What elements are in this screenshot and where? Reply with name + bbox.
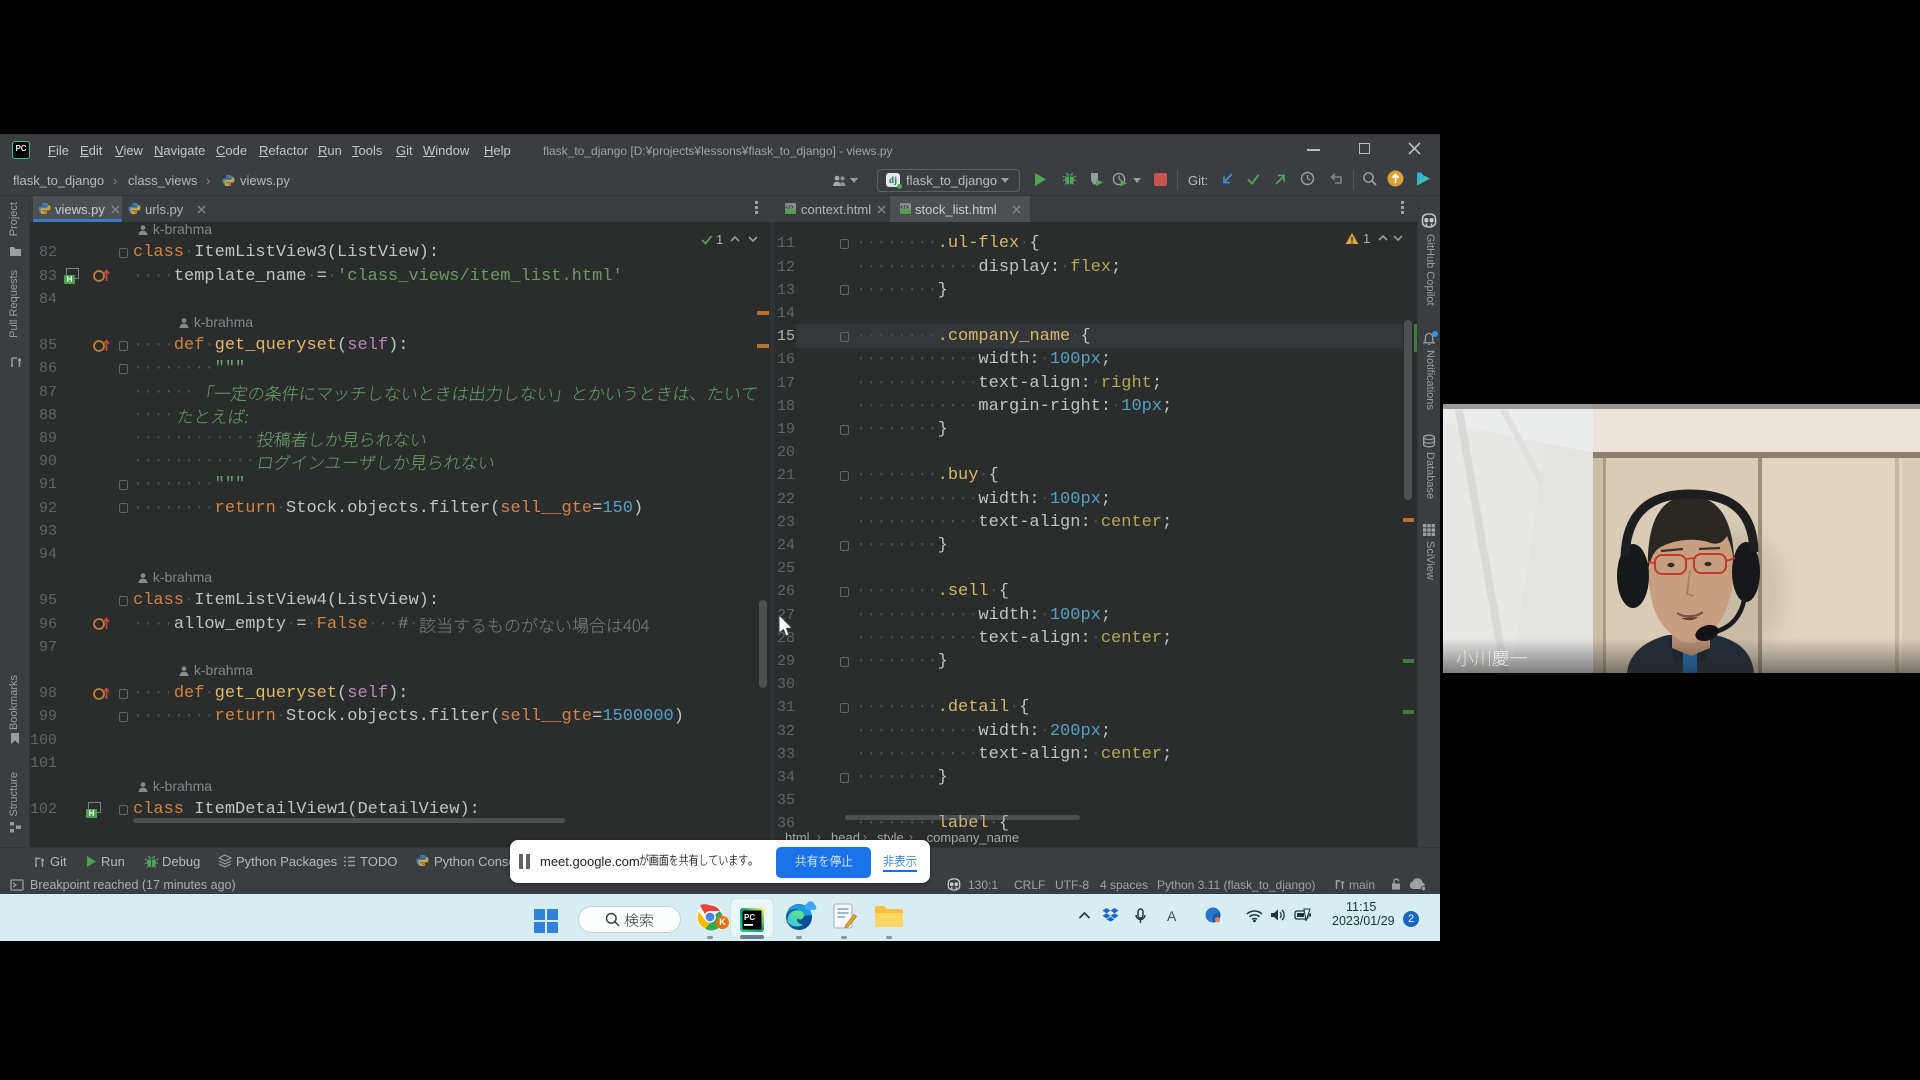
svg-text:PC: PC: [744, 913, 755, 922]
